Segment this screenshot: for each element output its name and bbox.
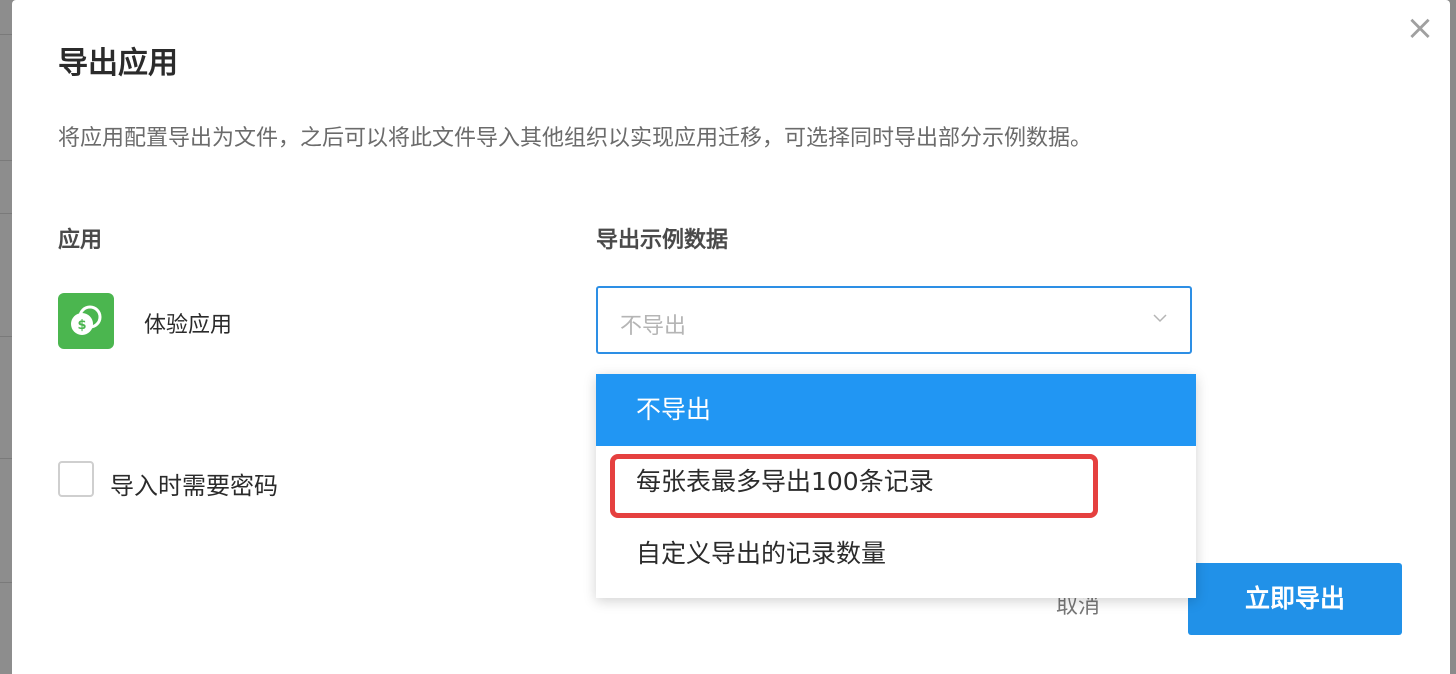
select-value: 不导出 <box>620 314 687 339</box>
password-checkbox[interactable] <box>58 461 94 497</box>
password-checkbox-label: 导入时需要密码 <box>110 472 278 500</box>
option-no-export[interactable]: 不导出 <box>596 374 1196 446</box>
option-export-100[interactable]: 每张表最多导出100条记录 <box>596 446 1196 518</box>
page-backdrop <box>0 0 12 674</box>
sample-data-select[interactable]: 不导出 <box>596 286 1192 354</box>
export-now-button[interactable]: 立即导出 <box>1188 563 1402 635</box>
sample-data-label: 导出示例数据 <box>596 228 729 253</box>
option-custom-count[interactable]: 自定义导出的记录数量 <box>596 518 1196 590</box>
dialog-title: 导出应用 <box>58 46 178 81</box>
app-section-label: 应用 <box>58 228 103 253</box>
app-name: 体验应用 <box>144 313 233 338</box>
chevron-down-icon <box>1152 310 1168 330</box>
money-icon: $ <box>58 293 114 349</box>
sample-data-dropdown: 不导出 每张表最多导出100条记录 自定义导出的记录数量 <box>596 374 1196 598</box>
export-app-dialog: × 导出应用 将应用配置导出为文件，之后可以将此文件导入其他组织以实现应用迁移，… <box>12 0 1450 674</box>
close-icon[interactable]: × <box>1404 11 1436 45</box>
svg-text:$: $ <box>77 318 86 333</box>
dialog-description: 将应用配置导出为文件，之后可以将此文件导入其他组织以实现应用迁移，可选择同时导出… <box>58 126 1093 151</box>
